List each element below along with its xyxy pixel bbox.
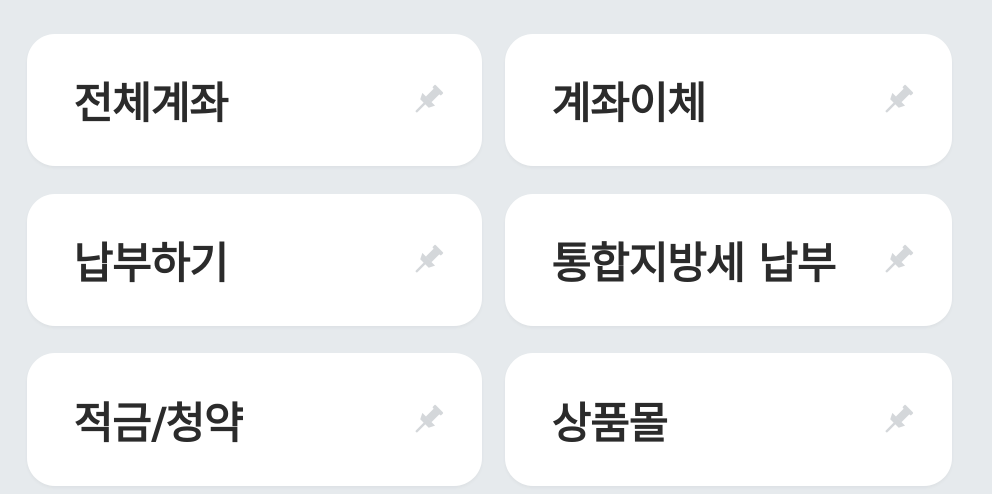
tile-payment[interactable]: 납부하기 xyxy=(27,194,482,326)
pin-icon[interactable] xyxy=(878,400,918,440)
pin-icon[interactable] xyxy=(408,240,448,280)
pin-icon[interactable] xyxy=(408,400,448,440)
tile-label: 통합지방세 납부 xyxy=(552,239,837,289)
pin-icon[interactable] xyxy=(878,240,918,280)
quick-menu-grid: 전체계좌 계좌이체 납부하기 통합지방세 납부 적금/청약 상품몰 xyxy=(0,0,992,494)
tile-label: 계좌이체 xyxy=(552,79,707,129)
tile-transfer[interactable]: 계좌이체 xyxy=(505,34,952,166)
tile-label: 납부하기 xyxy=(74,239,229,289)
tile-label: 상품몰 xyxy=(552,398,669,449)
tile-all-accounts[interactable]: 전체계좌 xyxy=(27,34,482,166)
tile-label: 전체계좌 xyxy=(74,79,229,129)
tile-label: 적금/청약 xyxy=(74,398,244,449)
tile-local-tax-payment[interactable]: 통합지방세 납부 xyxy=(505,194,952,326)
tile-savings-subscription[interactable]: 적금/청약 xyxy=(27,353,482,486)
tile-product-mall[interactable]: 상품몰 xyxy=(505,353,952,486)
pin-icon[interactable] xyxy=(408,80,448,120)
pin-icon[interactable] xyxy=(878,80,918,120)
